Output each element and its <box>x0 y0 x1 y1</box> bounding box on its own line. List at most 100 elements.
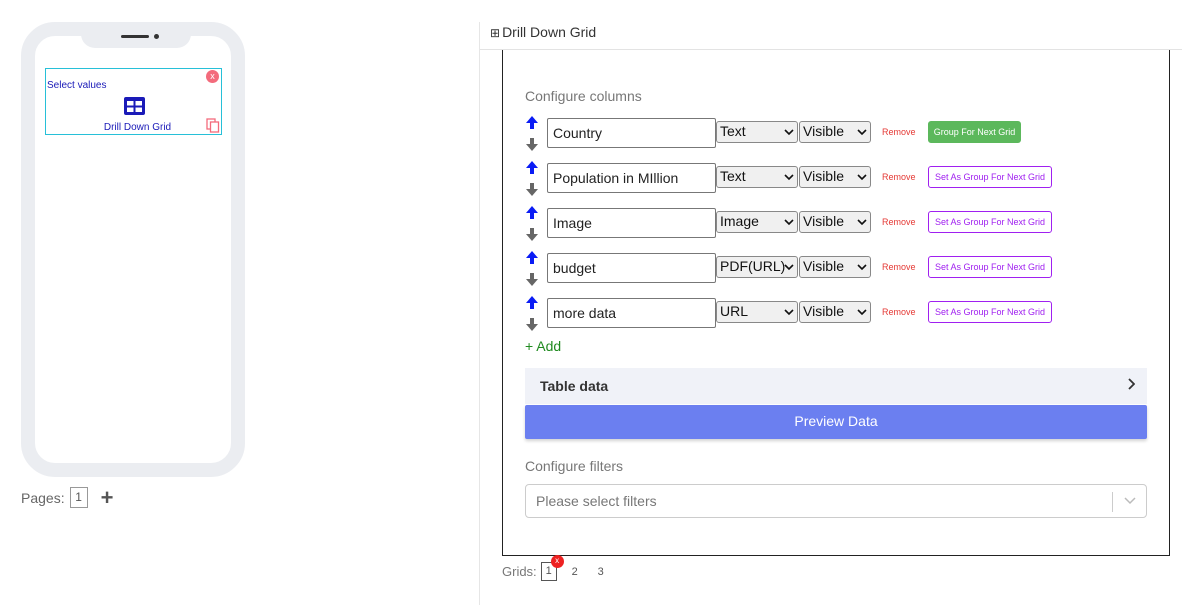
chevron-down-icon <box>784 309 794 316</box>
chevron-down-icon <box>1124 497 1136 505</box>
panel-divider <box>479 22 480 605</box>
column-visibility-value: Visible <box>803 303 844 319</box>
arrow-down-icon[interactable] <box>526 228 538 246</box>
copy-icon[interactable] <box>206 118 220 133</box>
group-for-next-grid-button[interactable]: Set As Group For Next Grid <box>928 256 1052 278</box>
phone-notch <box>81 22 191 48</box>
column-type-select[interactable]: Image <box>716 211 798 233</box>
column-type-value: Text <box>720 123 746 139</box>
chevron-down-icon <box>857 174 867 181</box>
arrow-down-icon[interactable] <box>526 273 538 291</box>
page-tab-1[interactable]: 1 <box>69 487 88 508</box>
arrow-up-icon[interactable] <box>526 296 538 315</box>
chevron-down-icon <box>784 264 794 271</box>
column-type-value: Image <box>720 213 759 229</box>
remove-column-link[interactable]: Remove <box>882 172 916 182</box>
column-visibility-value: Visible <box>803 123 844 139</box>
configure-columns-label: Configure columns <box>525 88 642 104</box>
column-name-input[interactable] <box>547 298 716 328</box>
column-name-input[interactable] <box>547 163 716 193</box>
table-data-label: Table data <box>540 378 609 394</box>
column-visibility-select[interactable]: Visible <box>799 121 871 143</box>
grids-label: Grids: <box>502 564 537 579</box>
column-visibility-select[interactable]: Visible <box>799 166 871 188</box>
remove-column-link[interactable]: Remove <box>882 217 916 227</box>
remove-column-link[interactable]: Remove <box>882 307 916 317</box>
remove-column-link[interactable]: Remove <box>882 262 916 272</box>
phone-preview: Select values Drill Down Grid x <box>21 22 245 477</box>
widget-title: Drill Down Grid <box>103 122 172 133</box>
column-row: PDF(URL) Visible Remove Set As Group For Ne… <box>525 251 1085 286</box>
arrow-down-icon[interactable] <box>526 138 538 156</box>
group-for-next-grid-button[interactable]: Set As Group For Next Grid <box>928 301 1052 323</box>
grid-config-box: Configure columns Text Visible Remove Group… <box>502 50 1170 556</box>
column-visibility-select[interactable]: Visible <box>799 301 871 323</box>
arrow-up-icon[interactable] <box>526 206 538 225</box>
arrow-down-icon[interactable] <box>526 318 538 336</box>
grid-tab-label: 1 <box>545 565 552 577</box>
grids-nav: Grids: 1 x 2 3 <box>502 555 609 581</box>
reorder-arrows <box>526 206 540 241</box>
column-type-select[interactable]: Text <box>716 121 798 143</box>
reorder-arrows <box>526 116 540 151</box>
grid-tab-3[interactable]: 3 <box>593 566 609 578</box>
filters-select[interactable]: Please select filters <box>525 484 1147 518</box>
group-for-next-grid-button[interactable]: Group For Next Grid <box>928 121 1021 143</box>
column-type-value: URL <box>720 303 749 319</box>
column-row: Text Visible Remove Set As Group For Next G… <box>525 161 1085 196</box>
column-row: Text Visible Remove Group For Next Grid <box>525 116 1085 151</box>
remove-column-link[interactable]: Remove <box>882 127 916 137</box>
arrow-up-icon[interactable] <box>526 251 538 270</box>
column-visibility-value: Visible <box>803 168 844 184</box>
table-data-accordion[interactable]: Table data <box>525 368 1147 404</box>
column-type-select[interactable]: URL <box>716 301 798 323</box>
grid-tab-1[interactable]: 1 x <box>540 555 564 581</box>
chevron-down-icon <box>857 129 867 136</box>
add-page-button[interactable]: + <box>101 486 114 508</box>
column-name-input[interactable] <box>547 253 716 283</box>
chevron-down-icon <box>857 264 867 271</box>
widget-select-label: Select values <box>47 80 107 91</box>
arrow-up-icon[interactable] <box>526 161 538 180</box>
chevron-right-icon <box>1128 378 1135 390</box>
column-visibility-value: Visible <box>803 213 844 229</box>
chevron-down-icon <box>857 309 867 316</box>
widget-close-button[interactable]: x <box>206 70 219 83</box>
phone-camera <box>154 34 159 39</box>
column-name-input[interactable] <box>547 118 716 148</box>
column-row: URL Visible Remove Set As Group For Next Gr… <box>525 296 1085 331</box>
chevron-down-icon <box>784 129 794 136</box>
chevron-down-icon <box>857 219 867 226</box>
pages-nav: Pages: 1 + <box>21 486 114 508</box>
panel-title: Drill Down Grid <box>502 24 597 40</box>
column-name-input[interactable] <box>547 208 716 238</box>
group-for-next-grid-button[interactable]: Set As Group For Next Grid <box>928 166 1052 188</box>
column-row: Image Visible Remove Set As Group For Next … <box>525 206 1085 241</box>
grid-header-icon: ⊞ <box>490 26 501 40</box>
configure-filters-label: Configure filters <box>525 458 624 474</box>
reorder-arrows <box>526 251 540 286</box>
phone-speaker <box>121 35 149 38</box>
select-separator <box>1112 492 1113 512</box>
group-for-next-grid-button[interactable]: Set As Group For Next Grid <box>928 211 1052 233</box>
chevron-down-icon <box>784 219 794 226</box>
filters-placeholder: Please select filters <box>536 493 657 509</box>
column-type-select[interactable]: Text <box>716 166 798 188</box>
drill-down-grid-widget[interactable]: Select values Drill Down Grid x <box>45 68 222 135</box>
add-column-link[interactable]: + Add <box>525 338 561 354</box>
reorder-arrows <box>526 161 540 196</box>
reorder-arrows <box>526 296 540 331</box>
column-visibility-value: Visible <box>803 258 844 274</box>
preview-data-button[interactable]: Preview Data <box>525 405 1147 439</box>
arrow-up-icon[interactable] <box>526 116 538 135</box>
column-visibility-select[interactable]: Visible <box>799 211 871 233</box>
pages-label: Pages: <box>21 489 65 506</box>
column-type-value: PDF(URL) <box>720 258 786 274</box>
column-visibility-select[interactable]: Visible <box>799 256 871 278</box>
delete-grid-button[interactable]: x <box>550 555 564 568</box>
column-type-select[interactable]: PDF(URL) <box>716 256 798 278</box>
grid-tab-2[interactable]: 2 <box>567 566 583 578</box>
table-grid-icon <box>124 97 145 115</box>
chevron-down-icon <box>784 174 794 181</box>
arrow-down-icon[interactable] <box>526 183 538 201</box>
